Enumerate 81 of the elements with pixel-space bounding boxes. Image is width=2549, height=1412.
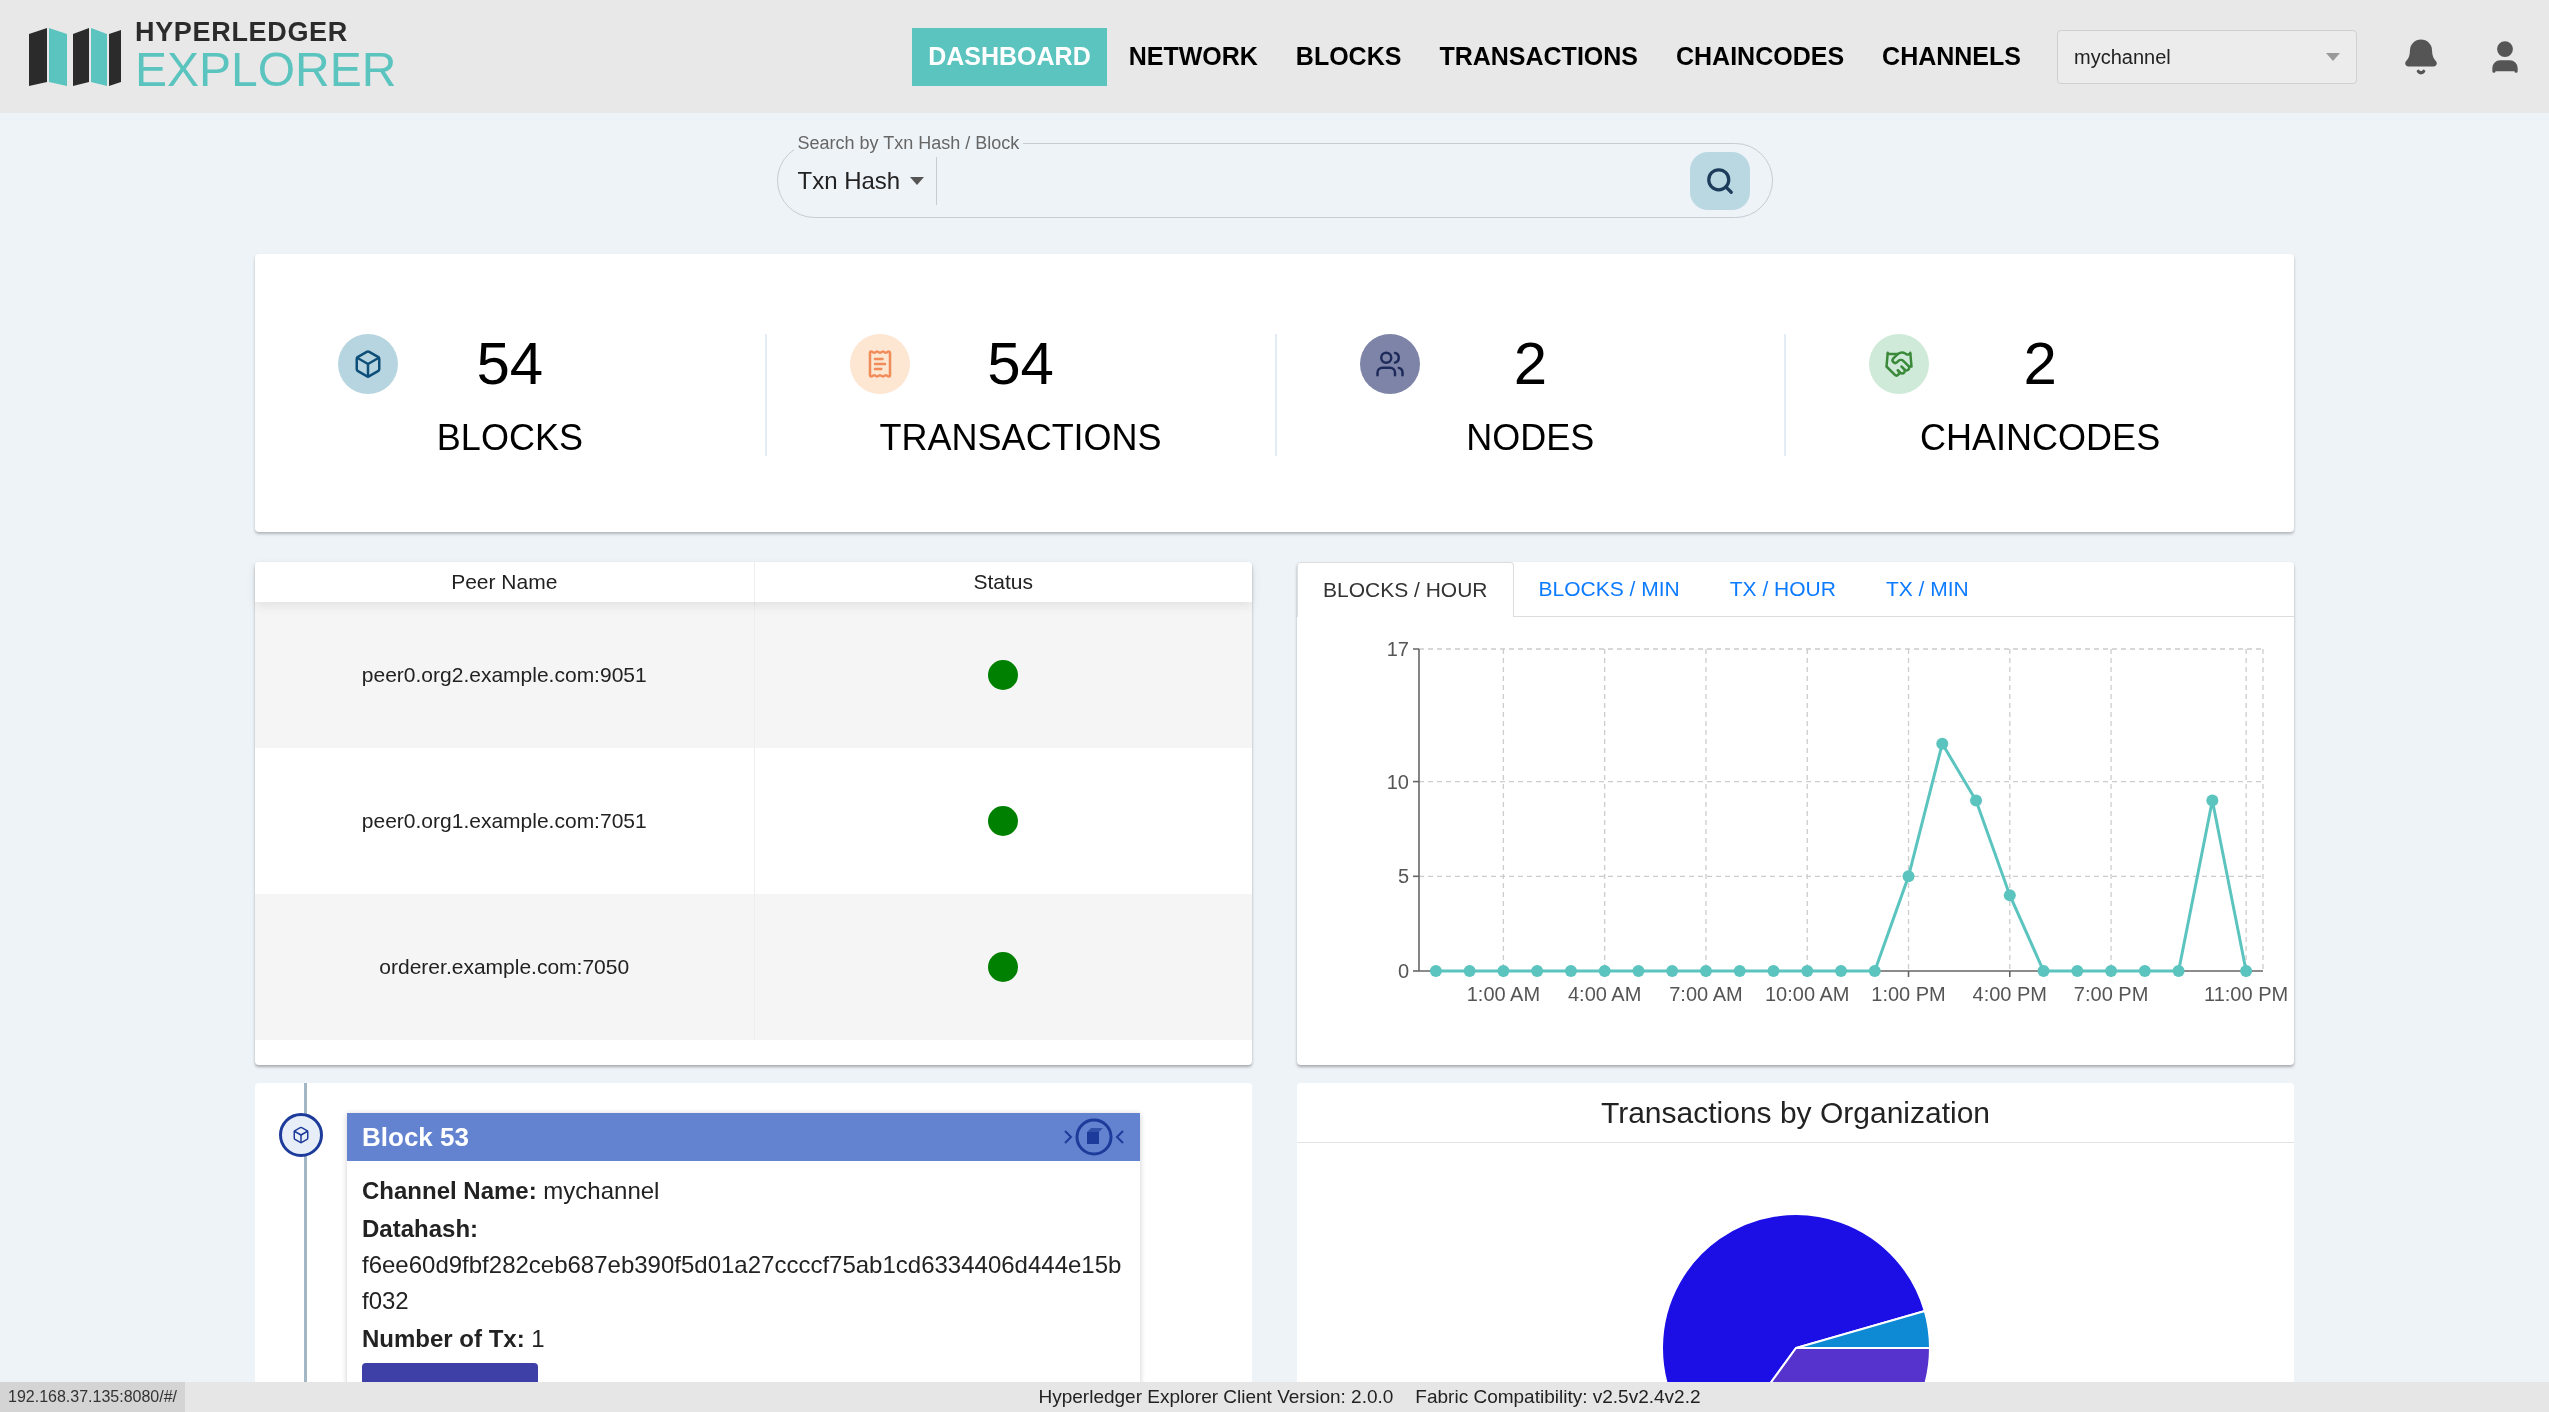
x-tick-label: 7:00 AM [1669,983,1743,1005]
data-point [1699,965,1712,977]
data-point [2206,794,2219,807]
x-tick-label: 11:00 PM [2204,983,2289,1005]
x-tick-label: 1:00 PM [1871,983,1946,1005]
data-point [1835,965,1847,977]
y-tick-label: 5 [1397,865,1409,888]
nav-tab[interactable]: TRANSACTIONS [1423,27,1654,86]
data-point [1632,965,1645,977]
data-point [1666,965,1679,977]
logo-subtitle: EXPLORER [135,46,397,94]
data-point [1801,965,1814,977]
data-point [1970,794,1983,807]
logo-icon [27,25,123,88]
data-point [2240,965,2253,977]
cube-icon [1063,1117,1125,1157]
nav-tab[interactable]: BLOCKS [1279,27,1418,86]
stat-value: 2 [2023,334,2057,394]
x-tick-label: 1:00 AM [1466,983,1541,1005]
x-tick-label: 7:00 PM [2073,983,2149,1005]
chart-tab[interactable]: TX / MIN [1860,562,1994,616]
stat-label: NODES [1466,420,1595,456]
caret-icon [910,176,925,185]
nav-tab[interactable]: CHANNELS [1866,27,2037,86]
data-point [2037,965,2050,977]
nav-tab[interactable]: CHAINCODES [1660,27,1861,86]
data-point [2071,965,2084,977]
caret-icon [2326,52,2340,61]
block-field: Datahash: f6ee60d9fbf282ceb687eb390f5d01a27ccccf75ab1cd6334406d444e15bf032 [362,1211,1125,1319]
stat-label: BLOCKS [436,420,583,456]
url-text: 192.168.37.135:8080/#/ [0,1382,186,1412]
data-point [2138,965,2151,977]
data-point [1564,965,1577,977]
data-point [1733,965,1746,977]
chart-tab[interactable]: BLOCKS / HOUR [1297,562,1514,617]
data-point [1497,965,1510,977]
stat-label: CHAINCODES [1920,420,2161,456]
stat-label: TRANSACTIONS [879,420,1162,456]
data-point [1868,965,1881,977]
x-tick-label: 10:00 AM [1765,983,1850,1005]
table-cell-text: orderer.example.com:7050 [378,954,631,981]
search-icon [1704,165,1735,196]
chart-title: Transactions by Organization [1600,1095,1991,1131]
block-title: Block 53 [362,1120,470,1154]
data-point [2172,965,2185,977]
stat-value: 54 [476,334,544,394]
search-button[interactable] [1689,151,1750,210]
channel-select[interactable]: mychannel [2057,29,2357,84]
x-tick-label: 4:00 AM [1568,983,1642,1005]
block-field: Number of Tx: 1 [362,1321,1125,1357]
data-point [1902,870,1915,883]
data-point [1429,965,1442,977]
y-tick-label: 0 [1397,960,1409,982]
chart-tab[interactable]: BLOCKS / MIN [1513,562,1705,616]
handshake-icon [1884,349,1915,379]
data-point [1463,965,1476,977]
table-cell-text: peer0.org2.example.com:9051 [360,662,648,689]
compatibility-text: Fabric Compatibility: v2.5v2.4v2.2 [1415,1384,1701,1409]
data-point [2003,889,2016,902]
data-point [1598,965,1611,977]
bell-icon[interactable] [2402,37,2440,76]
stat-value: 2 [1513,334,1548,394]
version-text: Hyperledger Explorer Client Version: 2.0.0 [1038,1384,1394,1409]
cube-icon [279,1113,323,1157]
x-tick-label: 4:00 PM [1972,983,2048,1005]
cube-icon [353,349,383,379]
nav-tab[interactable]: NETWORK [1112,27,1274,86]
column-header: Peer Name [450,569,559,596]
data-point [2105,965,2118,977]
data-point [1531,965,1544,977]
stat-value: 54 [987,334,1054,394]
data-point [1767,965,1780,977]
data-point [1936,737,1949,750]
users-icon [1374,349,1405,379]
logo-title: HYPERLEDGER [135,19,349,46]
y-tick-label: 17 [1386,638,1409,660]
chart-tab[interactable]: TX / HOUR [1704,562,1861,616]
block-field: Channel Name: mychannel [362,1173,1125,1209]
type-select[interactable]: Txn Hash [797,156,938,205]
table-cell-text: peer0.org1.example.com:7051 [360,808,648,835]
y-tick-label: 10 [1386,770,1409,793]
